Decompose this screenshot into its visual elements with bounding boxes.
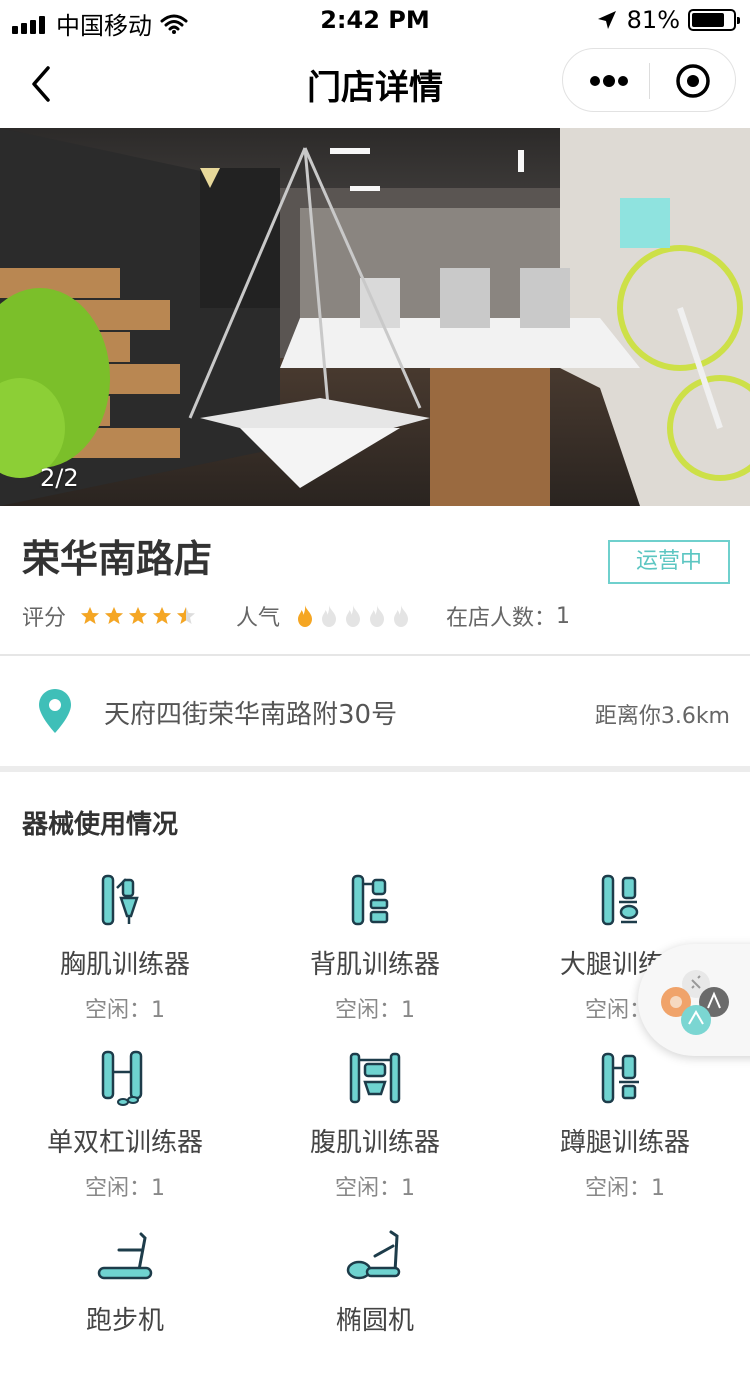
star-half-icon [177, 607, 196, 624]
more-button[interactable] [589, 73, 629, 89]
in-store-count: 1 [556, 603, 571, 629]
status-bar: 中国移动 2:42 PM 81% [0, 0, 750, 40]
equipment-free-count: 空闲：1 [335, 998, 415, 1023]
equipment-item-treadmill[interactable]: 跑步机 [0, 1216, 250, 1386]
equipment-free-count: 空闲：1 [585, 1176, 665, 1201]
equipment-item-elliptical[interactable]: 椭圆机 [250, 1216, 500, 1386]
equipment-section-title: 器械使用情况 [22, 810, 179, 840]
location-pin-icon [39, 689, 71, 733]
back-trainer-icon [351, 874, 389, 926]
equipment-name: 椭圆机 [335, 1306, 414, 1336]
rating-label: 评分 [22, 606, 67, 631]
battery-icon [688, 9, 740, 31]
chest-trainer-icon [101, 874, 139, 926]
section-divider [0, 766, 750, 772]
equipment-item-chest[interactable]: 胸肌训练器 空闲：1 [0, 860, 250, 1030]
equipment-name: 腹肌训练器 [309, 1128, 440, 1158]
equipment-free-count: 空闲：1 [85, 998, 165, 1023]
treadmill-icon [97, 1232, 153, 1280]
carousel-indicator: 2/2 [40, 464, 79, 492]
in-store-label: 在店人数： [446, 606, 557, 631]
flame-inactive-icon [322, 605, 337, 627]
equipment-name: 胸肌训练器 [59, 950, 190, 980]
thigh-trainer-icon [601, 874, 639, 926]
elliptical-icon [346, 1230, 401, 1280]
equipment-item-back[interactable]: 背肌训练器 空闲：1 [250, 860, 500, 1030]
equipment-name: 单双杠训练器 [46, 1128, 203, 1158]
equipment-item-abs[interactable]: 腹肌训练器 空闲：1 [250, 1038, 500, 1208]
mini-program-capsule [562, 48, 736, 112]
star-full-icon [153, 607, 172, 624]
equipment-free-count: 空闲：1 [335, 1176, 415, 1201]
star-full-icon [105, 607, 124, 624]
bars-trainer-icon [101, 1050, 143, 1106]
capsule-divider [649, 63, 650, 99]
battery-percent: 81% [626, 6, 680, 34]
squat-trainer-icon [601, 1052, 639, 1104]
equipment-name: 背肌训练器 [309, 950, 440, 980]
equipment-item-bars[interactable]: 单双杠训练器 空闲：1 [0, 1038, 250, 1208]
flame-active-icon [298, 605, 313, 627]
floating-share-ball[interactable] [638, 944, 750, 1056]
star-full-icon [129, 607, 148, 624]
flame-inactive-icon [370, 605, 385, 627]
flame-inactive-icon [394, 605, 409, 627]
location-arrow-icon [597, 11, 616, 29]
address-row[interactable]: 天府四街荣华南路附30号 距离你3.6km [0, 656, 750, 766]
popularity-flames [294, 604, 414, 628]
gym-interior-photo [0, 128, 750, 506]
close-miniprogram-button[interactable] [675, 63, 711, 99]
store-photo-carousel[interactable]: 2/2 [0, 128, 750, 506]
share-icon-cluster [661, 970, 729, 1035]
address-text: 天府四街荣华南路附30号 [104, 700, 398, 730]
abs-trainer-icon [349, 1052, 401, 1104]
star-full-icon [81, 607, 100, 624]
equipment-free-count: 空闲：1 [85, 1176, 165, 1201]
store-meta-row: 评分 人气 在店人数： 1 [22, 598, 570, 634]
equipment-item-squat[interactable]: 蹲腿训练器 空闲：1 [500, 1038, 750, 1208]
flame-inactive-icon [346, 605, 361, 627]
store-name: 荣华南路店 [22, 537, 213, 581]
status-badge: 运营中 [608, 540, 730, 584]
equipment-name: 蹲腿训练器 [559, 1128, 690, 1158]
rating-stars [80, 606, 200, 626]
popularity-label: 人气 [236, 606, 281, 631]
nav-bar: 门店详情 [0, 40, 750, 128]
distance-text: 距离你3.6km [594, 704, 730, 729]
equipment-name: 跑步机 [85, 1306, 164, 1336]
